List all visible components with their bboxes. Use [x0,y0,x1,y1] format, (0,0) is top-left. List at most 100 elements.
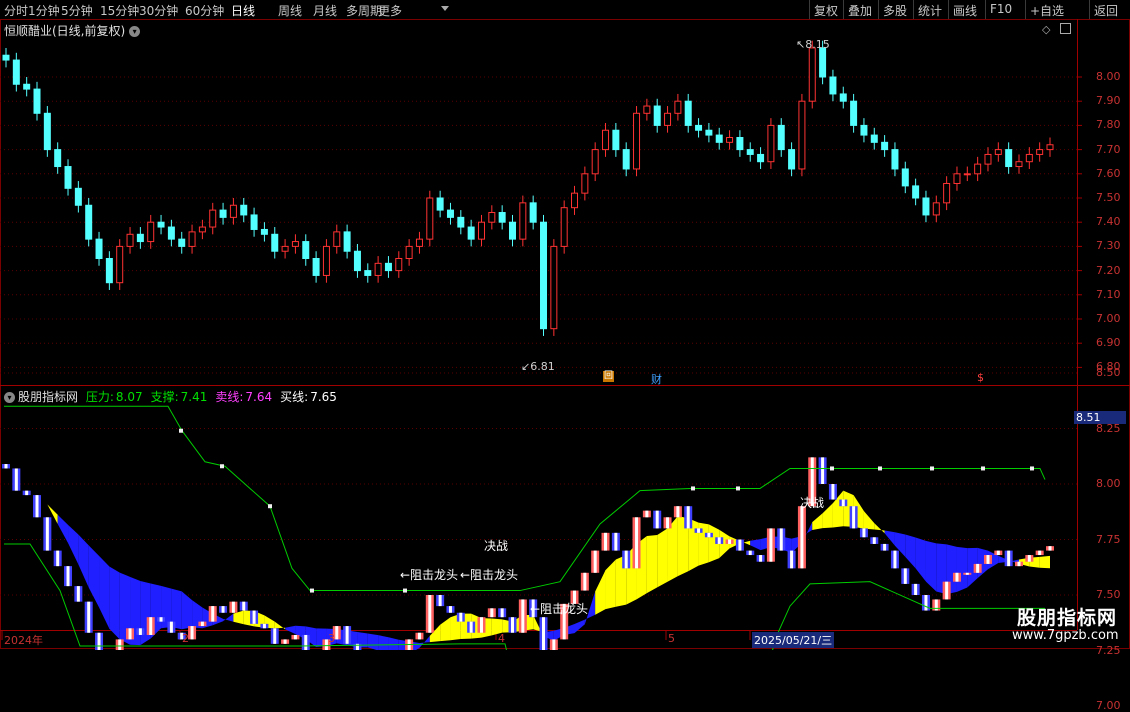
chevron-down-icon[interactable]: ▾ [4,392,15,403]
indicator-ribbon [440,617,451,642]
candle-body [85,204,93,240]
candle-body [415,238,423,247]
pressure-dot [220,464,224,469]
toolbar-tab-10[interactable]: 更多 [378,2,402,19]
candle-body [343,231,351,252]
candle-body [674,100,682,114]
indicator-bar-stripe [924,595,928,611]
indicator-bar-stripe [893,550,897,569]
pressure-dot [878,466,882,471]
indicator-ribbon [574,619,585,634]
indicator-bar-stripe [273,628,277,644]
candle-body [860,124,868,136]
chevron-down-icon[interactable] [441,6,449,11]
indicator-bar-stripe [190,626,194,640]
indicator-bar-stripe [593,550,597,573]
toolbar-button-3[interactable]: 统计 [918,2,942,19]
indicator-bar-stripe [1027,555,1031,562]
indicator-bar-stripe [159,617,163,622]
indicator-bar-stripe [76,586,80,602]
candle-body [664,112,672,126]
toolbar-separator [843,0,844,19]
event-marker-cai[interactable]: 财 [651,371,662,387]
toolbar-separator [948,0,949,19]
candle-body [571,192,579,209]
indicator-ribbon [88,545,100,608]
candle-body [498,212,506,223]
toolbar-tab-6[interactable]: 日线 [231,2,255,19]
indicator-axis-label: 7.75 [1096,532,1121,546]
toolbar-button-1[interactable]: 叠加 [848,2,872,19]
indicator-ribbon [378,635,389,650]
event-marker-s[interactable]: $ [977,371,984,384]
candle-body [457,216,465,228]
candle-body [540,221,548,330]
toolbar-button-5[interactable]: F10 [990,2,1012,16]
date-axis-label: 4 [498,632,505,645]
toolbar-tab-9[interactable]: 多周期 [346,2,382,19]
indicator-bar-stripe [769,528,773,562]
toolbar-button-4[interactable]: 画线 [953,2,977,19]
toolbar-button-7[interactable]: 返回 [1094,2,1118,19]
candle-body [508,221,516,240]
watermark-name: 股朋指标网 [1017,607,1118,629]
toolbar-tab-5[interactable]: 60分钟 [185,2,224,19]
candle-body [519,202,527,240]
toolbar-button-2[interactable]: 多股 [883,2,907,19]
indicator-bar-stripe [841,499,845,507]
candle-body [581,173,589,194]
candle-body [943,182,951,204]
pressure-dot [830,466,834,471]
candle-body [291,241,299,247]
toolbar-tab-3[interactable]: 15分钟 [100,2,139,19]
candle-body [829,76,837,95]
candle-body [374,262,382,276]
candle-body [881,141,889,151]
indicator-bar-stripe [697,528,701,533]
pressure-dot [310,588,314,593]
toolbar-tab-1[interactable]: 1分钟 [28,2,60,19]
indicator-bar-stripe [604,532,608,551]
indicator-bar-stripe [490,608,494,618]
candle-body [260,228,268,235]
toolbar-separator [809,0,810,19]
indicator-ribbon [925,540,937,592]
event-marker-hui[interactable]: 回 [603,371,614,382]
price-axis-label: 7.60 [1096,166,1121,180]
indicator-bar-stripe [97,632,101,650]
candle-body [209,209,217,228]
indicator-bar-stripe [1038,550,1042,556]
candle-body [891,149,899,170]
toolbar-tab-7[interactable]: 周线 [278,2,302,19]
price-axis-label: 6.90 [1096,336,1121,350]
candle-body [167,226,175,240]
toolbar-tab-0[interactable]: 分时 [4,2,28,19]
candle-body [54,149,62,168]
indicator-bar-stripe [624,550,628,569]
indicator-item-0: 压力: 8.07 [85,390,143,404]
indicator-bar-stripe [479,617,483,633]
candle-body [901,168,909,187]
indicator-ribbon [99,555,110,629]
indicator-bar-stripe [903,568,907,584]
toolbar-tab-8[interactable]: 月线 [313,2,337,19]
candle-body [157,221,165,228]
candle-body [529,202,537,223]
chart-annotation: 决战 [484,539,509,553]
toolbar-tab-4[interactable]: 30分钟 [139,2,178,19]
indicator-ribbon [274,621,286,630]
candle-body [1015,161,1023,168]
indicator-bar-stripe [304,634,308,650]
candle-body [643,105,651,114]
candle-body [746,149,754,155]
indicator-axis-label: 8.50 [1096,366,1121,379]
toolbar-button-6[interactable]: +自选 [1030,2,1064,19]
toolbar-button-0[interactable]: 复权 [814,2,838,19]
candle-body [229,204,237,218]
pressure-dot [1030,466,1034,471]
candle-body [333,231,341,247]
toolbar-tab-2[interactable]: 5分钟 [61,2,93,19]
date-axis-label: 5 [668,632,675,645]
indicator-bar-stripe [87,601,91,633]
indicator-bar-stripe [542,617,546,650]
